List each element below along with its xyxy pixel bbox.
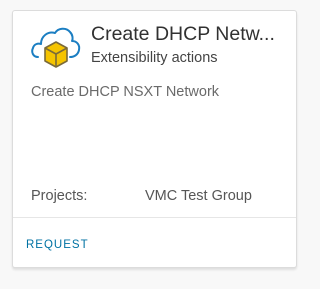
- card-subtitle: Extensibility actions: [91, 50, 218, 66]
- projects-label: Projects:: [31, 188, 88, 204]
- card-title: Create DHCP Netw...: [91, 23, 275, 45]
- projects-row: Projects: VMC Test Group: [31, 187, 281, 207]
- cloud-cube-icon: [30, 23, 82, 75]
- card-divider: [13, 217, 296, 218]
- projects-value: VMC Test Group: [145, 188, 252, 204]
- catalog-item-card: Create DHCP Netw... Extensibility action…: [12, 10, 297, 268]
- card-header: Create DHCP Netw... Extensibility action…: [13, 11, 296, 71]
- request-button[interactable]: REQUEST: [26, 238, 89, 252]
- card-description: Create DHCP NSXT Network: [31, 84, 220, 100]
